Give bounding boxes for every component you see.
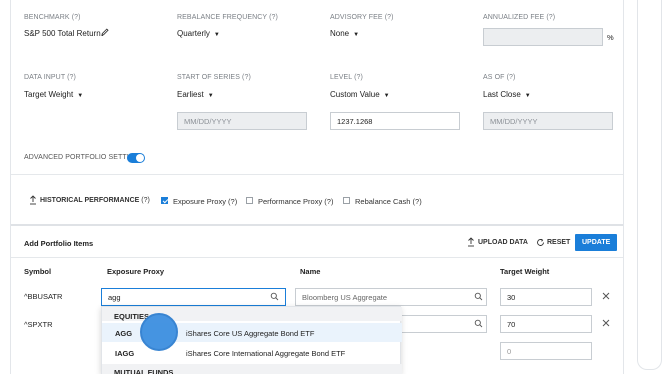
divider bbox=[11, 257, 623, 258]
start-date-input: MM/DD/YYYY bbox=[177, 112, 307, 130]
name-input[interactable]: Bloomberg US Aggregate bbox=[295, 288, 487, 306]
exposure-proxy-checkbox[interactable] bbox=[161, 197, 168, 204]
dropdown-group-header: MUTUAL FUNDS bbox=[102, 364, 402, 374]
data-input-label: DATA INPUT (?) bbox=[24, 74, 76, 81]
reset-button[interactable]: RESET bbox=[547, 239, 570, 246]
caret-down-icon: ▼ bbox=[524, 93, 531, 99]
search-icon[interactable] bbox=[270, 292, 279, 301]
level-value-input[interactable]: 1237.1268 bbox=[330, 112, 460, 130]
option-ticker: IAGG bbox=[115, 349, 135, 358]
pencil-edit-icon[interactable] bbox=[100, 27, 110, 37]
upload-data-button[interactable]: UPLOAD DATA bbox=[478, 239, 528, 246]
advisory-fee-select[interactable]: None ▼ bbox=[330, 29, 359, 38]
update-button[interactable]: UPDATE bbox=[575, 234, 618, 251]
percent-suffix: % bbox=[607, 33, 614, 42]
start-of-series-label: START OF SERIES (?) bbox=[177, 74, 251, 81]
table-row-symbol: ^SPXTR bbox=[24, 320, 53, 329]
annualized-fee-input bbox=[483, 28, 603, 46]
annualized-fee-label: ANNUALIZED FEE (?) bbox=[483, 14, 556, 21]
reset-icon bbox=[536, 238, 545, 247]
as-of-select[interactable]: Last Close ▼ bbox=[483, 90, 531, 99]
search-icon[interactable] bbox=[474, 319, 483, 328]
rebalance-cash-checkbox[interactable] bbox=[343, 197, 350, 204]
benchmark-label: BENCHMARK (?) bbox=[24, 14, 81, 21]
target-weight-input[interactable]: 70 bbox=[500, 315, 592, 333]
data-input-select[interactable]: Target Weight ▼ bbox=[24, 90, 83, 99]
option-name: iShares Core US Aggregate Bond ETF bbox=[186, 329, 315, 338]
performance-proxy-label: Performance Proxy (?) bbox=[258, 197, 334, 206]
caret-down-icon: ▼ bbox=[77, 93, 84, 99]
option-name: iShares Core International Aggregate Bon… bbox=[186, 349, 346, 358]
search-icon[interactable] bbox=[474, 292, 483, 301]
start-of-series-select[interactable]: Earliest ▼ bbox=[177, 90, 214, 99]
as-of-date-input: MM/DD/YYYY bbox=[483, 112, 613, 130]
upload-icon bbox=[467, 237, 475, 247]
as-of-label: AS OF (?) bbox=[483, 74, 516, 81]
exposure-proxy-input[interactable]: agg bbox=[101, 288, 286, 306]
target-weight-input[interactable]: 0 bbox=[500, 342, 592, 360]
column-header-exposure-proxy: Exposure Proxy bbox=[107, 267, 165, 276]
table-row-symbol: ^BBUSATR bbox=[24, 292, 63, 301]
close-icon[interactable] bbox=[601, 318, 611, 328]
rebalance-cash-label: Rebalance Cash (?) bbox=[355, 197, 422, 206]
rebalance-frequency-select[interactable]: Quarterly ▼ bbox=[177, 29, 220, 38]
benchmark-value[interactable]: S&P 500 Total Return bbox=[24, 29, 101, 38]
column-header-name: Name bbox=[300, 267, 321, 276]
portfolio-title: Add Portfolio Items bbox=[24, 239, 94, 248]
exposure-proxy-label: Exposure Proxy (?) bbox=[173, 197, 238, 206]
caret-down-icon: ▼ bbox=[383, 93, 390, 99]
performance-proxy-checkbox[interactable] bbox=[246, 197, 253, 204]
target-weight-input[interactable]: 30 bbox=[500, 288, 592, 306]
cursor-indicator bbox=[140, 313, 178, 351]
divider bbox=[11, 174, 623, 175]
caret-down-icon: ▼ bbox=[353, 32, 360, 38]
level-select[interactable]: Custom Value ▼ bbox=[330, 90, 390, 99]
level-label: LEVEL (?) bbox=[330, 74, 363, 81]
column-header-target-weight: Target Weight bbox=[500, 267, 550, 276]
option-ticker: AGG bbox=[115, 329, 133, 338]
advanced-settings-toggle[interactable] bbox=[127, 153, 145, 163]
upload-arrow-icon bbox=[29, 195, 37, 205]
column-header-symbol: Symbol bbox=[24, 267, 52, 276]
historical-performance-button[interactable]: HISTORICAL PERFORMANCE (?) bbox=[40, 197, 150, 204]
caret-down-icon: ▼ bbox=[213, 32, 220, 38]
caret-down-icon: ▼ bbox=[207, 93, 214, 99]
advisory-fee-label: ADVISORY FEE (?) bbox=[330, 14, 394, 21]
close-icon[interactable] bbox=[601, 291, 611, 301]
divider bbox=[11, 224, 623, 226]
right-side-panel bbox=[637, 0, 662, 370]
rebalance-frequency-label: REBALANCE FREQUENCY (?) bbox=[177, 14, 278, 21]
